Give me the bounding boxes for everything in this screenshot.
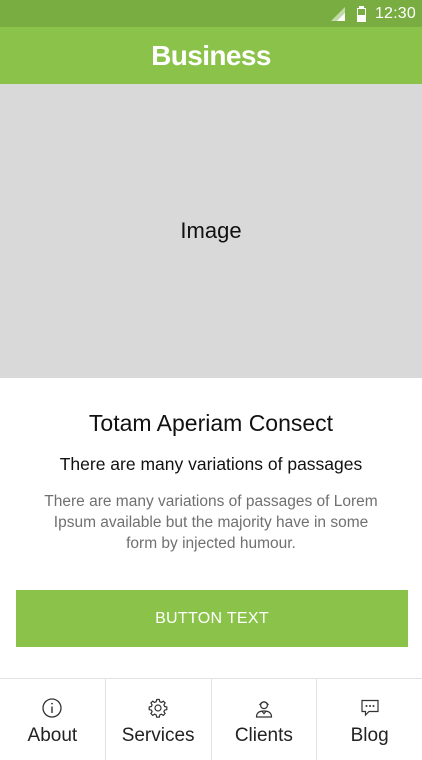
info-icon	[42, 698, 63, 718]
nav-item-about[interactable]: About	[0, 679, 106, 760]
nav-label-clients: Clients	[234, 725, 293, 746]
nav-item-blog[interactable]: Blog	[317, 679, 422, 760]
nav-label-about: About	[27, 725, 78, 746]
app-screen: 12:30 Business Image Totam Aperiam Conse…	[0, 0, 422, 760]
gear-icon	[148, 698, 168, 718]
nav-item-clients[interactable]: Clients	[212, 679, 318, 760]
app-bar: Business	[0, 27, 422, 84]
status-bar: 12:30	[0, 0, 422, 27]
nav-item-services[interactable]: Services	[106, 679, 212, 760]
content-subtitle: There are many variations of passages	[59, 454, 363, 474]
primary-action-button[interactable]: BUTTON TEXT	[16, 590, 408, 647]
signal-icon	[330, 6, 345, 21]
bottom-navigation: About Services Clients Blog	[0, 678, 422, 760]
app-title: Business	[151, 39, 271, 71]
hero-image-placeholder: Image	[0, 84, 422, 378]
battery-icon	[356, 5, 366, 22]
nav-label-services: Services	[121, 725, 195, 746]
hero-image-label: Image	[180, 218, 242, 243]
content-title: Totam Aperiam Consect	[88, 410, 334, 436]
person-icon	[255, 701, 272, 718]
chat-bubble-icon	[361, 699, 379, 717]
nav-label-blog: Blog	[350, 725, 389, 746]
content-body: There are many variations of passages of…	[44, 493, 378, 552]
status-time: 12:30	[374, 4, 416, 22]
